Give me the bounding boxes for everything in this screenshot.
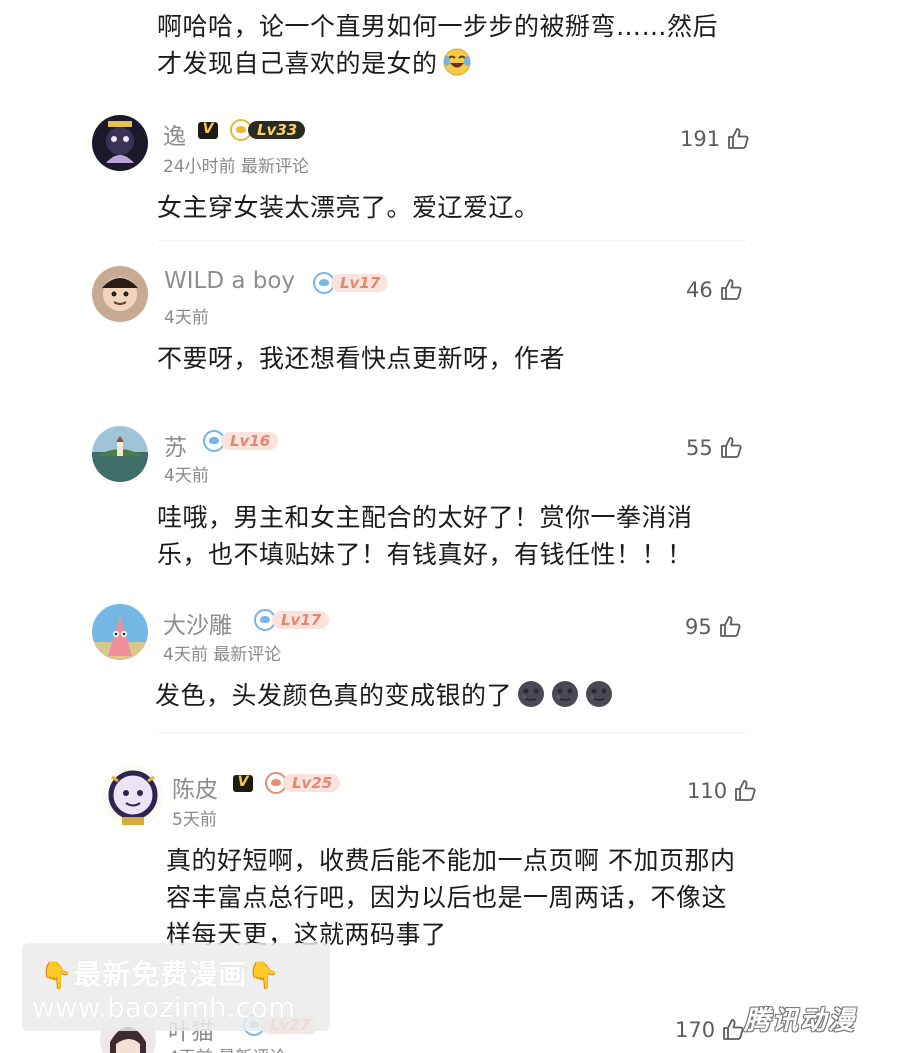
- thumbs-up-icon: [723, 1019, 744, 1040]
- pointing-down-icon: 👇: [40, 961, 74, 991]
- like-count: 170: [675, 1018, 716, 1042]
- like-button[interactable]: 55: [686, 436, 743, 460]
- comment-timestamp: 24小时前 最新评论: [163, 157, 310, 177]
- comment-line: 哇哦，男主和女主配合的太好了！赏你一拳消消: [157, 503, 693, 532]
- like-count: 46: [686, 278, 713, 302]
- like-count: 110: [687, 779, 728, 803]
- level-badge-text: Lv17: [272, 611, 330, 629]
- new-moon-face-emoji: [518, 681, 545, 707]
- divider: [157, 240, 747, 241]
- comment-line: 乐，也不填贴妹了！有钱真好，有钱任性！！！: [157, 540, 693, 569]
- comment-line: 女主穿女装太漂亮了。爱辽爱辽。: [157, 193, 540, 222]
- like-button[interactable]: 110: [687, 779, 757, 803]
- avatar[interactable]: [92, 266, 148, 322]
- comment-timestamp: 4天前 最新评论: [163, 645, 282, 665]
- comment-text: 啊哈哈，论一个直男如何一步步的被掰弯……然后 才发现自己喜欢的是女的: [157, 8, 718, 82]
- comment-timestamp: 5天前: [172, 810, 217, 830]
- comment-line: 啊哈哈，论一个直男如何一步步的被掰弯……然后: [157, 12, 719, 41]
- watermark: 👇最新免费漫画👇 www.baozimh.com: [22, 943, 330, 1031]
- comment-line: 真的好短啊，收费后能不能加一点页啊 不加页那内: [166, 846, 736, 875]
- comment-text: 发色，头发颜色真的变成银的了: [155, 677, 614, 714]
- like-button[interactable]: 170: [675, 1018, 745, 1042]
- new-moon-face-emoji: [586, 681, 613, 707]
- avatar[interactable]: [92, 115, 148, 171]
- watermark-title: 👇最新免费漫画👇: [40, 958, 281, 991]
- comment-timestamp: 4天前 最新评论: [168, 1043, 286, 1053]
- watermark-url: www.baozimh.com: [32, 991, 296, 1024]
- level-badge-text: Lv33: [248, 121, 306, 139]
- comment-timestamp: 4天前: [164, 466, 209, 486]
- comment-text: 真的好短啊，收费后能不能加一点页啊 不加页那内 容丰富点总行吧，因为以后也是一周…: [166, 842, 735, 953]
- divider: [157, 732, 747, 733]
- like-button[interactable]: 46: [686, 278, 743, 302]
- username[interactable]: 苏: [164, 428, 187, 462]
- comment-text: 哇哦，男主和女主配合的太好了！赏你一拳消消 乐，也不填贴妹了！有钱真好，有钱任性…: [157, 499, 693, 573]
- comment-timestamp: 4天前: [164, 308, 209, 328]
- vip-badge-icon: V: [233, 774, 253, 792]
- like-count: 191: [680, 127, 721, 151]
- comment-text: 女主穿女装太漂亮了。爱辽爱辽。: [157, 189, 540, 226]
- like-button[interactable]: 95: [685, 615, 742, 639]
- new-moon-face-emoji: [552, 681, 579, 707]
- comment-line: 不要呀，我还想看快点更新呀，作者: [157, 344, 566, 373]
- comment-text: 不要呀，我还想看快点更新呀，作者: [157, 340, 565, 377]
- comment-line: 发色，头发颜色真的变成银的了: [155, 677, 614, 714]
- comment-line: 才发现自己喜欢的是女的: [157, 45, 718, 82]
- vip-badge-icon: V: [198, 121, 218, 139]
- laughing-tears-emoji: [443, 48, 471, 76]
- thumbs-up-icon: [728, 128, 749, 149]
- comment-line: 容丰富点总行吧，因为以后也是一周两话，不像这: [166, 883, 728, 912]
- username[interactable]: 大沙雕: [163, 606, 232, 640]
- avatar[interactable]: [92, 426, 148, 482]
- level-badge-text: Lv17: [331, 274, 389, 292]
- like-count: 55: [686, 436, 713, 460]
- like-count: 95: [685, 615, 712, 639]
- level-badge-text: Lv16: [221, 432, 279, 450]
- username[interactable]: 逸: [163, 117, 186, 151]
- avatar[interactable]: [92, 604, 148, 660]
- brand-logo: 腾讯动漫: [744, 1006, 857, 1036]
- pointing-down-icon: 👇: [247, 961, 281, 991]
- thumbs-up-icon: [735, 780, 756, 801]
- thumbs-up-icon: [719, 616, 741, 637]
- level-badge-text: Lv25: [283, 774, 341, 792]
- avatar[interactable]: [102, 765, 164, 827]
- thumbs-up-icon: [720, 279, 742, 300]
- thumbs-up-icon: [720, 437, 742, 458]
- like-button[interactable]: 191: [680, 127, 750, 151]
- username[interactable]: WILD a boy: [164, 268, 295, 294]
- username[interactable]: 陈皮: [172, 770, 218, 804]
